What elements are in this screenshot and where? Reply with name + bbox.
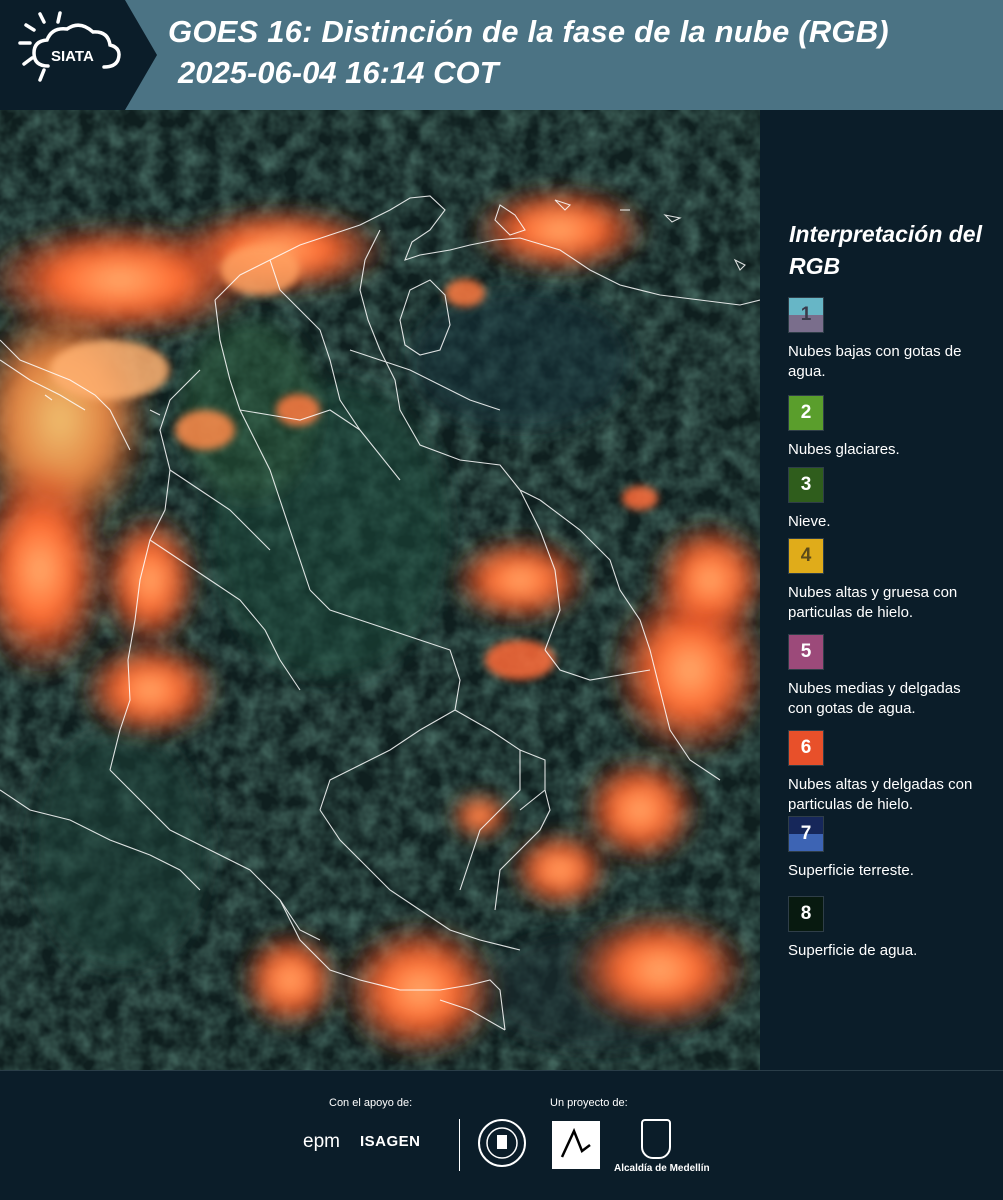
legend-item-1: 1 Nubes bajas con gotas de agua. bbox=[788, 297, 1003, 382]
legend-item-6: 6 Nubes altas y delgadas con particulas d… bbox=[788, 730, 1003, 815]
footer-divider bbox=[459, 1119, 460, 1171]
alcaldia-shield-icon bbox=[641, 1119, 671, 1159]
legend-number: 8 bbox=[800, 903, 812, 924]
legend-label: Nubes medias y delgadas con gotas de agu… bbox=[788, 680, 961, 717]
isagen-logo: ISAGEN bbox=[360, 1133, 421, 1150]
satellite-map[interactable] bbox=[0, 110, 760, 1070]
legend-swatch: 2 bbox=[788, 395, 824, 431]
legend-label: Superficie de agua. bbox=[788, 942, 918, 959]
footer: Con el apoyo de: Un proyecto de: epm ISA… bbox=[0, 1070, 1003, 1200]
legend-number: 2 bbox=[800, 402, 812, 423]
page-title: GOES 16: Distinción de la fase de la nub… bbox=[168, 14, 889, 49]
legend-title: Interpretación del RGB bbox=[789, 221, 982, 279]
legend-number: 4 bbox=[800, 545, 812, 566]
logo-text: SIATA bbox=[51, 48, 94, 65]
timestamp: 2025-06-04 16:14 COT bbox=[178, 55, 499, 90]
header-bar: SIATA GOES 16: Distinción de la fase de … bbox=[0, 0, 1003, 110]
legend-number: 7 bbox=[800, 823, 812, 844]
legend-swatch: 4 bbox=[788, 538, 824, 574]
alcaldia-label: Alcaldía de Medellín bbox=[614, 1163, 710, 1174]
legend-label: Nubes altas y delgadas con particulas de… bbox=[788, 776, 973, 813]
legend-item-7: 7 Superficie terreste. bbox=[788, 816, 1003, 881]
legend-label: Nubes glaciares. bbox=[788, 441, 900, 458]
map-canvas bbox=[0, 110, 760, 1070]
legend-number: 1 bbox=[800, 304, 812, 325]
legend-item-5: 5 Nubes medias y delgadas con gotas de ag… bbox=[788, 634, 1003, 719]
amva-logo bbox=[552, 1121, 600, 1169]
legend-item-8: 8 Superficie de agua. bbox=[788, 896, 1003, 961]
support-label: Con el apoyo de: bbox=[329, 1097, 413, 1109]
legend-label: Superficie terreste. bbox=[788, 862, 914, 879]
legend-swatch: 5 bbox=[788, 634, 824, 670]
siata-logo: SIATA bbox=[0, 0, 160, 110]
legend-number: 6 bbox=[800, 737, 812, 758]
legend-number: 5 bbox=[800, 641, 812, 662]
legend-swatch: 8 bbox=[788, 896, 824, 932]
legend-panel: Interpretación del RGB 1 Nubes bajas con … bbox=[760, 110, 1003, 1070]
legend-label: Nubes bajas con gotas de agua. bbox=[788, 343, 962, 380]
medellin-seal-icon bbox=[478, 1119, 526, 1167]
legend-swatch: 1 bbox=[788, 297, 824, 333]
legend-swatch: 3 bbox=[788, 467, 824, 503]
epm-logo: epm bbox=[303, 1131, 340, 1152]
legend-swatch: 6 bbox=[788, 730, 824, 766]
legend-number: 3 bbox=[800, 474, 812, 495]
legend-item-3: 3 Nieve. bbox=[788, 467, 1003, 532]
legend-item-4: 4 Nubes altas y gruesa con particulas de … bbox=[788, 538, 1003, 623]
legend-swatch: 7 bbox=[788, 816, 824, 852]
legend-label: Nieve. bbox=[788, 513, 831, 530]
page: SIATA GOES 16: Distinción de la fase de … bbox=[0, 0, 1003, 1200]
legend-item-2: 2 Nubes glaciares. bbox=[788, 395, 1003, 460]
project-label: Un proyecto de: bbox=[550, 1097, 628, 1109]
legend-label: Nubes altas y gruesa con particulas de h… bbox=[788, 584, 958, 621]
